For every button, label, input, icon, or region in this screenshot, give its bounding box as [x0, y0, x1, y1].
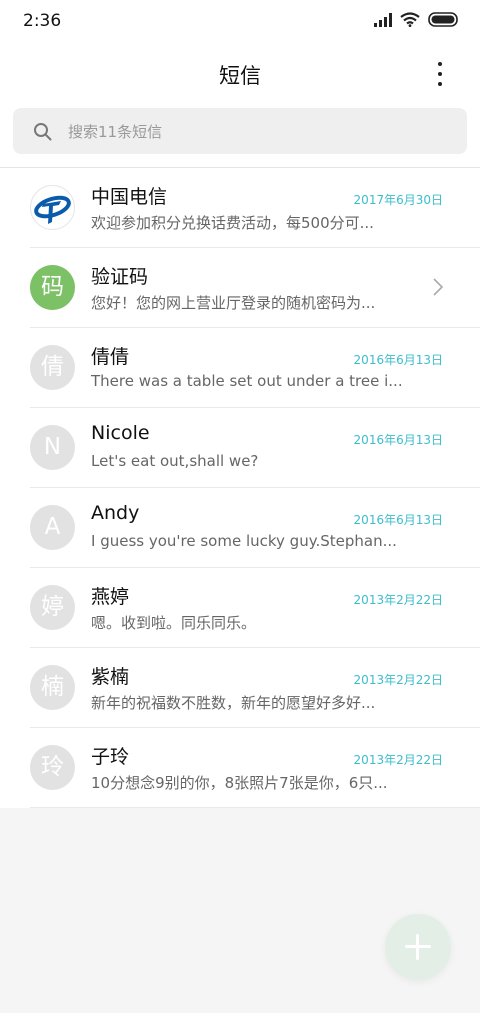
avatar: 玲 [30, 745, 75, 790]
contact-name: 验证码 [91, 266, 149, 288]
conversation-list: 中国电信 2017年6月30日 欢迎参加积分兑换话费活动，每500分可... 码… [0, 168, 480, 808]
message-date: 2016年6月13日 [353, 353, 443, 367]
message-date: 2013年2月22日 [353, 593, 443, 607]
contact-name: 倩倩 [91, 346, 130, 368]
message-date: 2016年6月13日 [353, 513, 443, 527]
conversation-item[interactable]: N Nicole 2016年6月13日 Let's eat out,shall … [0, 408, 480, 488]
avatar: 楠 [30, 665, 75, 710]
row-divider [30, 807, 480, 808]
message-date: 2013年2月22日 [353, 753, 443, 767]
search-icon [33, 122, 52, 145]
signal-icon [374, 12, 392, 31]
contact-name: 燕婷 [91, 586, 130, 608]
status-bar: 2:36 [0, 0, 480, 42]
message-preview: 欢迎参加积分兑换话费活动，每500分可... [91, 214, 374, 232]
search-placeholder: 搜索11条短信 [68, 123, 163, 141]
message-preview: I guess you're some lucky guy.Stephan... [91, 532, 397, 550]
avatar: A [30, 505, 75, 550]
message-date: 2016年6月13日 [353, 433, 443, 447]
conversation-item[interactable]: 楠 紫楠 2013年2月22日 新年的祝福数不胜数，新年的愿望好多好... [0, 648, 480, 728]
avatar: 倩 [30, 345, 75, 390]
top-bar: 2:36 短信 搜索11条短信 [0, 0, 480, 168]
contact-name: 中国电信 [91, 186, 168, 208]
contact-name: Andy [91, 502, 140, 524]
avatar: 婷 [30, 585, 75, 630]
avatar: 码 [30, 265, 75, 310]
status-time: 2:36 [23, 11, 62, 31]
more-vertical-icon[interactable] [428, 62, 452, 86]
contact-name: Nicole [91, 422, 150, 444]
search-container: 搜索11条短信 [0, 106, 480, 167]
message-preview: 您好！您的网上营业厅登录的随机密码为... [91, 294, 376, 312]
wifi-icon [400, 12, 420, 31]
search-input[interactable]: 搜索11条短信 [13, 108, 467, 154]
message-preview: There was a table set out under a tree i… [91, 372, 403, 390]
title-bar: 短信 [0, 42, 480, 106]
status-icons [374, 12, 460, 31]
message-preview: Let's eat out,shall we? [91, 452, 259, 470]
page-title: 短信 [219, 64, 261, 88]
message-preview: 嗯。收到啦。同乐同乐。 [91, 614, 257, 632]
message-date: 2017年6月30日 [353, 193, 443, 207]
battery-icon [428, 12, 460, 31]
conversation-item[interactable]: 婷 燕婷 2013年2月22日 嗯。收到啦。同乐同乐。 [0, 568, 480, 648]
conversation-item[interactable]: 倩 倩倩 2016年6月13日 There was a table set ou… [0, 328, 480, 408]
conversation-item[interactable]: 码 验证码 您好！您的网上营业厅登录的随机密码为... [0, 248, 480, 328]
message-preview: 10分想念9别的你，8张照片7张是你，6只... [91, 774, 388, 792]
conversation-item[interactable]: 中国电信 2017年6月30日 欢迎参加积分兑换话费活动，每500分可... [0, 168, 480, 248]
message-preview: 新年的祝福数不胜数，新年的愿望好多好... [91, 694, 376, 712]
conversation-item[interactable]: 玲 子玲 2013年2月22日 10分想念9别的你，8张照片7张是你，6只... [0, 728, 480, 808]
telecom-logo-avatar [30, 185, 75, 230]
chevron-right-icon [433, 278, 444, 300]
avatar: N [30, 425, 75, 470]
new-message-button[interactable] [385, 914, 451, 980]
contact-name: 紫楠 [91, 666, 130, 688]
conversation-item[interactable]: A Andy 2016年6月13日 I guess you're some lu… [0, 488, 480, 568]
message-date: 2013年2月22日 [353, 673, 443, 687]
contact-name: 子玲 [91, 746, 130, 768]
